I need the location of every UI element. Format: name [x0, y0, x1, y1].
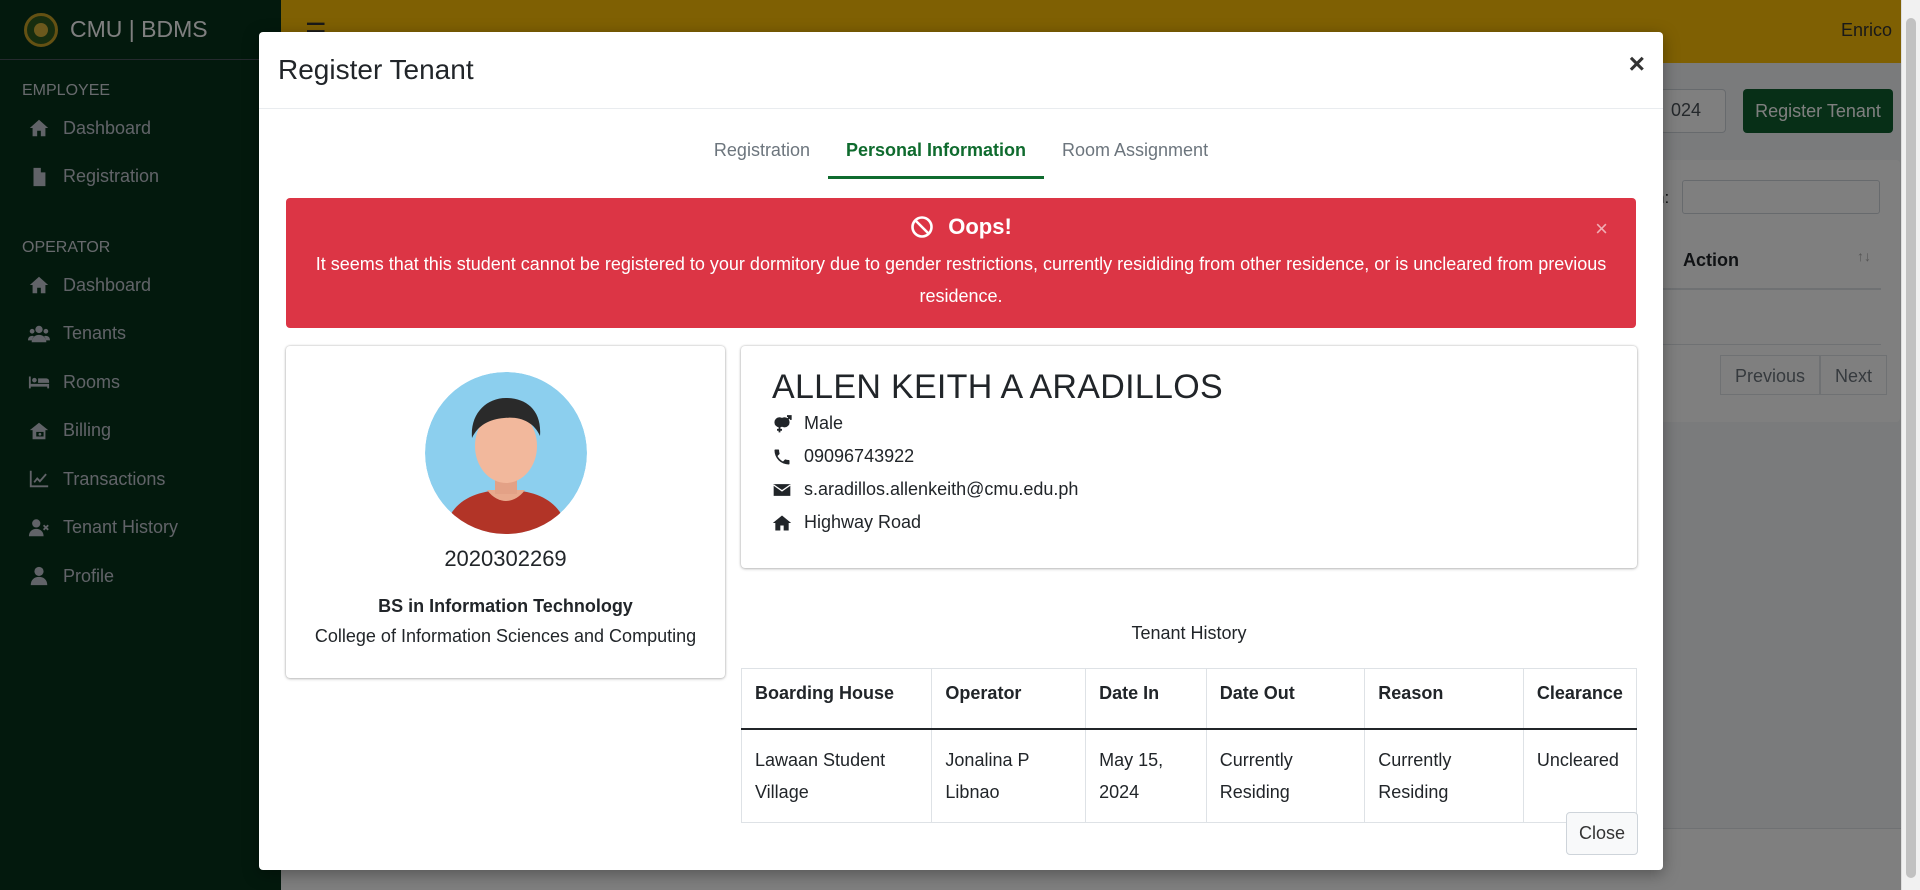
- column-header-date-in: Date In: [1085, 668, 1207, 730]
- table-header-row: Boarding House Operator Date In Date Out…: [740, 668, 1638, 730]
- table-row: Lawaan Student Village Jonalina P Libnao…: [740, 728, 1638, 823]
- address-value: Highway Road: [804, 512, 922, 532]
- modal-header: Register Tenant ×: [259, 32, 1663, 109]
- alert-message: It seems that this student cannot be reg…: [315, 254, 1607, 306]
- tenant-history-caption: Tenant History: [1131, 623, 1247, 643]
- cell-reason: Currently Residing: [1364, 728, 1524, 823]
- avatar: [424, 372, 587, 534]
- personal-info-card: ALLEN KEITH A ARADILLOS Male 09096743922…: [741, 346, 1637, 568]
- modal-tabs: Registration Personal Information Room A…: [259, 135, 1663, 179]
- close-button[interactable]: Close: [1566, 812, 1638, 855]
- error-alert: Oops! It seems that this student cannot …: [286, 198, 1636, 328]
- column-header-boarding-house: Boarding House: [740, 668, 933, 730]
- address-row: Highway Road: [772, 506, 1637, 539]
- tab-room-assignment[interactable]: Room Assignment: [1044, 135, 1226, 179]
- venus-mars-icon: [774, 414, 792, 432]
- cell-boarding-house: Lawaan Student Village: [740, 728, 933, 823]
- cell-clearance: Uncleared: [1522, 728, 1638, 823]
- gender-value: Male: [804, 413, 844, 433]
- cell-operator: Jonalina P Libnao: [931, 728, 1087, 823]
- gender-row: Male: [772, 407, 1637, 440]
- tab-personal-information[interactable]: Personal Information: [827, 135, 1044, 179]
- column-header-operator: Operator: [931, 668, 1087, 730]
- student-id: 2020302269: [444, 546, 567, 571]
- scrollbar-thumb[interactable]: [1906, 18, 1916, 878]
- tenant-history-table: Boarding House Operator Date In Date Out…: [740, 668, 1638, 823]
- column-header-date-out: Date Out: [1205, 668, 1366, 730]
- register-tenant-modal: Register Tenant × Registration Personal …: [259, 32, 1663, 870]
- email-value: s.aradillos.allenkeith@cmu.edu.ph: [804, 479, 1079, 499]
- column-header-clearance: Clearance: [1522, 668, 1638, 730]
- phone-value: 09096743922: [804, 446, 915, 466]
- scrollbar[interactable]: [1901, 0, 1920, 890]
- student-college: College of Information Sciences and Comp…: [314, 626, 697, 646]
- tab-registration[interactable]: Registration: [696, 135, 828, 179]
- alert-title: Oops!: [286, 214, 1636, 240]
- close-icon[interactable]: ×: [1629, 50, 1645, 78]
- envelope-icon: [773, 483, 791, 496]
- phone-icon: [774, 449, 790, 464]
- ban-icon: [910, 215, 934, 239]
- email-row: s.aradillos.allenkeith@cmu.edu.ph: [772, 473, 1637, 506]
- phone-row: 09096743922: [772, 440, 1637, 473]
- modal-title: Register Tenant: [278, 54, 474, 85]
- alert-title-text: Oops!: [948, 214, 1012, 239]
- cell-date-in: May 15, 2024: [1085, 728, 1207, 823]
- home-icon: [772, 515, 792, 530]
- alert-close-icon[interactable]: ×: [1595, 216, 1608, 242]
- cell-date-out: Currently Residing: [1205, 728, 1366, 823]
- student-profile-card: 2020302269 BS in Information Technology …: [286, 346, 725, 678]
- student-program: BS in Information Technology: [378, 596, 633, 616]
- tenant-name: ALLEN KEITH A ARADILLOS: [772, 368, 1223, 406]
- column-header-reason: Reason: [1364, 668, 1524, 730]
